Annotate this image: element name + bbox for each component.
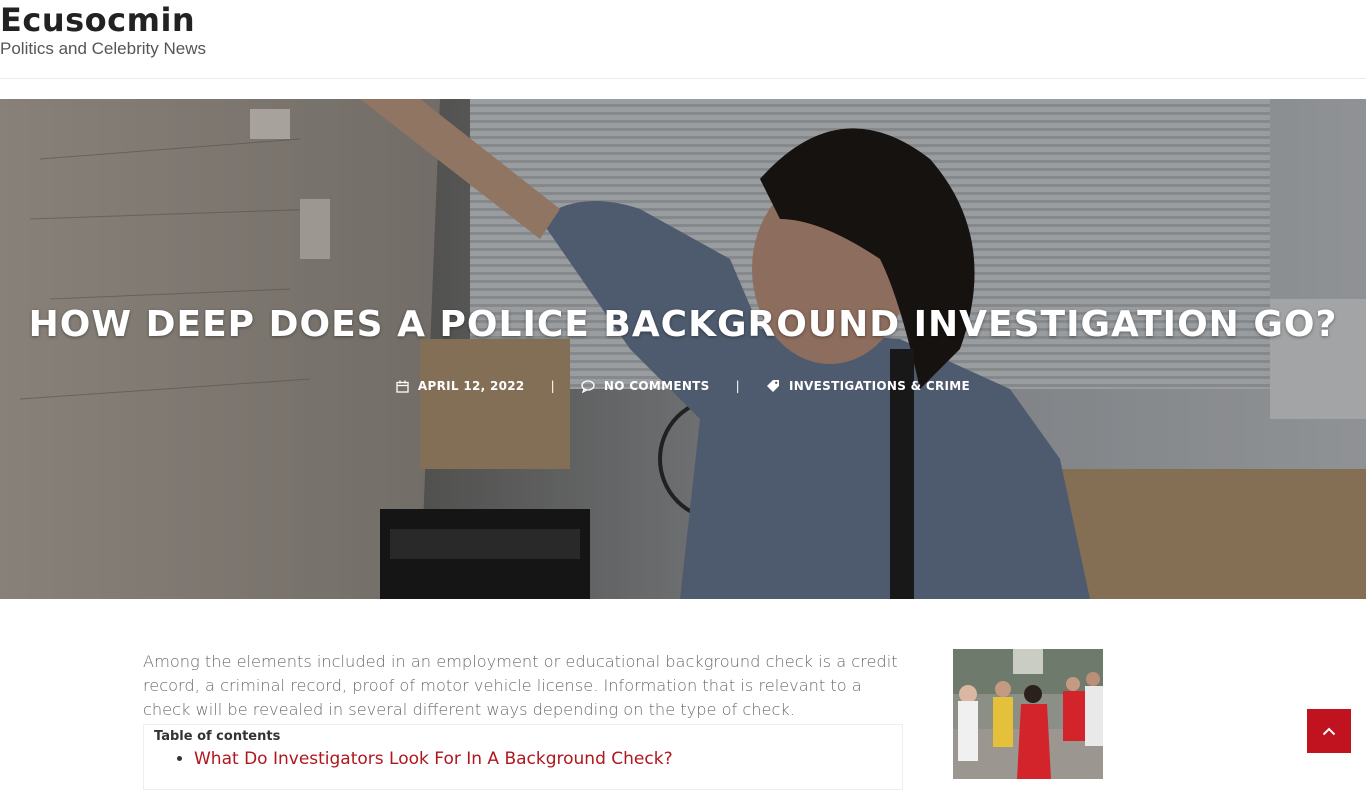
back-to-top-button[interactable]: [1307, 709, 1351, 753]
sidebar-post-image: [953, 649, 1103, 779]
chevron-up-icon: [1322, 727, 1336, 735]
hero-banner: HOW DEEP DOES A POLICE BACKGROUND INVEST…: [0, 99, 1366, 599]
toc-link[interactable]: What Do Investigators Look For In A Back…: [194, 749, 673, 769]
comment-icon: [581, 379, 595, 393]
toc-item: What Do Investigators Look For In A Back…: [194, 748, 892, 770]
post-date-text: APRIL 12, 2022: [417, 379, 525, 393]
post-comments-text: NO COMMENTS: [603, 379, 710, 393]
post-date[interactable]: APRIL 12, 2022: [396, 379, 525, 393]
site-title[interactable]: Ecusocmin: [0, 1, 195, 39]
post-title: HOW DEEP DOES A POLICE BACKGROUND INVEST…: [28, 304, 1338, 345]
table-of-contents: Table of contents What Do Investigators …: [143, 724, 903, 790]
site-header: Ecusocmin Politics and Celebrity News: [0, 0, 1366, 79]
toc-title: Table of contents: [154, 729, 281, 744]
article-intro: Among the elements included in an employ…: [143, 652, 898, 719]
post-category-link[interactable]: INVESTIGATIONS & CRIME: [789, 379, 970, 393]
post-category[interactable]: INVESTIGATIONS & CRIME: [766, 379, 970, 393]
article-content: Among the elements included in an employ…: [143, 650, 903, 790]
tag-icon: [766, 380, 779, 392]
hero-overlay: [0, 99, 1366, 599]
post-meta: APRIL 12, 2022 | NO COMMENTS | INVESTIGA…: [0, 379, 1366, 393]
toc-list: What Do Investigators Look For In A Back…: [154, 748, 892, 770]
site-tagline: Politics and Celebrity News: [0, 39, 206, 58]
meta-separator: |: [735, 379, 740, 393]
sidebar-thumbnail[interactable]: [953, 649, 1103, 779]
post-comments[interactable]: NO COMMENTS: [581, 379, 710, 393]
calendar-icon: [396, 380, 409, 393]
meta-separator: |: [550, 379, 555, 393]
